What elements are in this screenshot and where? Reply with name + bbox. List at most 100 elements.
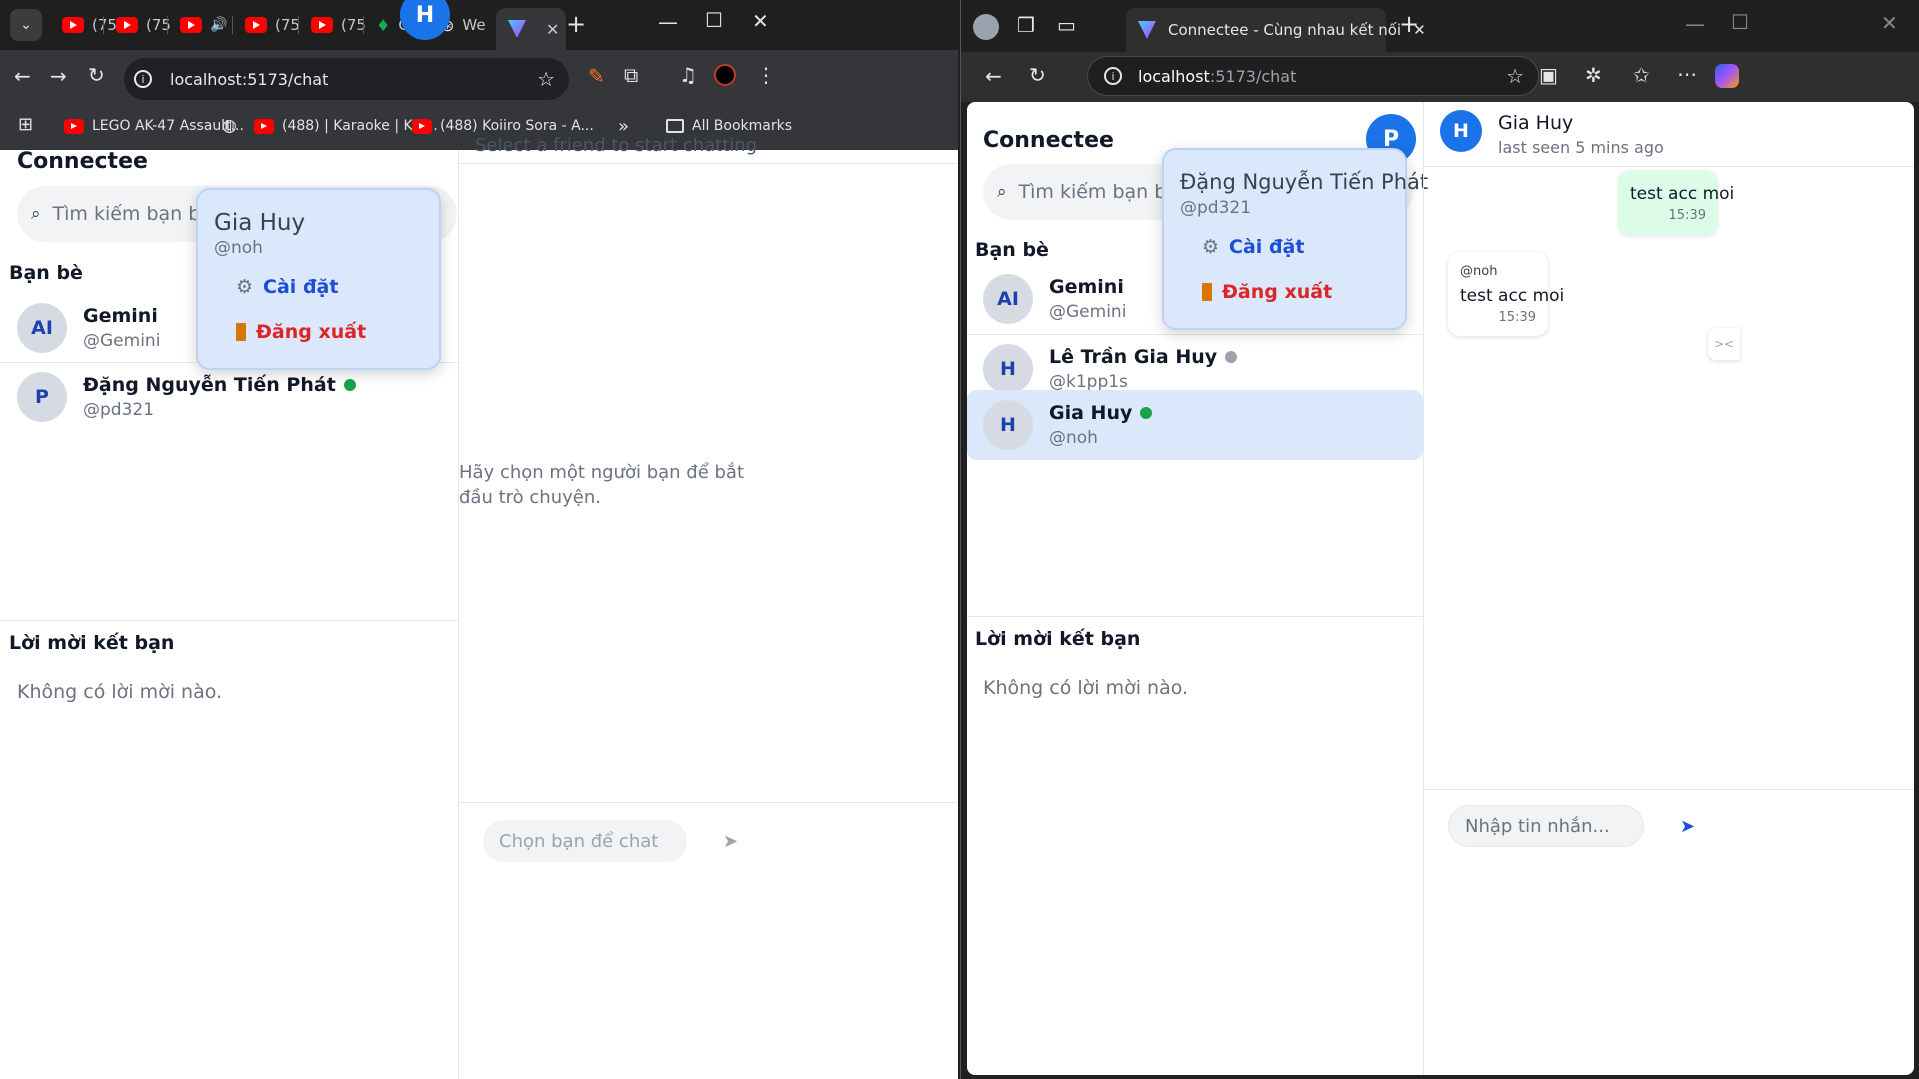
reload-button[interactable]: ↻ (88, 65, 105, 85)
bookmark-item[interactable]: LEGO AK-47 Assault... (64, 118, 244, 134)
favorite-star-icon[interactable]: ☆ (1506, 64, 1524, 88)
tab-strip: ❒ ▭ Connectee - Cùng nhau kết nối ✕ + — … (961, 0, 1919, 52)
popup-user-handle: @noh (214, 238, 263, 258)
friend-handle: @noh (1049, 428, 1098, 448)
all-bookmarks-button[interactable]: All Bookmarks (666, 118, 792, 134)
back-button[interactable]: ← (14, 66, 31, 86)
friend-item-le-tran-gia-huy[interactable]: H Lê Trần Gia Huy @k1pp1s (983, 344, 1238, 394)
friend-name: Gemini (1049, 276, 1124, 298)
chevron-down-icon: ⌄ (20, 17, 32, 33)
extensions-icon[interactable]: ✲ (1585, 65, 1602, 85)
vite-icon (508, 20, 526, 38)
site-info-icon[interactable]: i (1104, 67, 1122, 85)
friend-item-gia-huy-selected[interactable]: H Gia Huy @noh (967, 390, 1423, 460)
copilot-icon[interactable] (1715, 64, 1739, 88)
minimize-button[interactable]: — (658, 12, 678, 32)
browser-tab[interactable]: (75 (104, 8, 171, 42)
extension-brush-icon[interactable]: ✎ (588, 66, 605, 86)
media-control-icon[interactable]: ♫ (679, 65, 697, 85)
favorites-icon[interactable]: ✩ (1633, 65, 1650, 85)
more-bookmarks-icon[interactable]: » (618, 116, 629, 137)
search-icon: ⌕ (997, 182, 1007, 202)
side-panel-toggle[interactable]: >< (1708, 328, 1740, 360)
sidebar: Connectee P ⌕ Tìm kiếm bạn bè Bạn bè AI … (967, 102, 1428, 1075)
logout-menu-item[interactable]: Đăng xuất (236, 321, 366, 343)
profile-avatar-icon[interactable] (973, 14, 999, 40)
menu-icon[interactable]: ⋮ (756, 65, 776, 85)
address-bar[interactable]: i localhost:5173/chat ☆ (124, 58, 569, 100)
reload-button[interactable]: ↻ (1029, 65, 1046, 85)
tab-actions-icon[interactable]: ▭ (1057, 15, 1076, 35)
friends-heading: Bạn bè (9, 262, 83, 284)
close-tab-icon[interactable]: ✕ (546, 20, 559, 39)
divider (0, 620, 458, 621)
vite-icon (1138, 21, 1156, 39)
friend-item-gemini[interactable]: AI Gemini @Gemini (983, 274, 1126, 324)
back-button[interactable]: ← (985, 66, 1002, 86)
browser-tab[interactable]: (75 (233, 8, 300, 42)
popup-user-handle: @pd321 (1180, 198, 1252, 218)
friend-item-gemini[interactable]: AI Gemini @Gemini (17, 303, 160, 353)
maximize-button[interactable]: ☐ (705, 10, 723, 30)
message-sender: @noh (1460, 264, 1498, 279)
apps-grid-icon[interactable]: ⊞ (18, 116, 33, 134)
forward-button[interactable]: → (50, 66, 67, 86)
offline-status-dot (1225, 351, 1238, 363)
youtube-icon (116, 17, 138, 33)
friend-requests-heading: Lời mời kết bạn (9, 632, 175, 654)
settings-menu-item[interactable]: ⚙ Cài đặt (236, 276, 338, 298)
send-button[interactable]: ➤ (1680, 816, 1695, 837)
minimize-button[interactable]: — (1685, 14, 1705, 34)
friend-handle: @Gemini (83, 331, 161, 351)
divider (1424, 166, 1914, 167)
friend-item-phat[interactable]: P Đặng Nguyễn Tiến Phát @pd321 (17, 372, 356, 422)
workspaces-icon[interactable]: ❒ (1017, 15, 1035, 35)
user-menu-popup: Gia Huy @noh ⚙ Cài đặt Đăng xuất (196, 188, 441, 370)
popup-user-name: Gia Huy (214, 210, 306, 236)
bookmark-item[interactable]: (488) | Karaoke | Koi... (254, 118, 438, 134)
app-title: Connectee (983, 128, 1114, 153)
edge-window: ❒ ▭ Connectee - Cùng nhau kết nối ✕ + — … (960, 0, 1919, 1079)
search-icon: ⌕ (31, 204, 41, 224)
message-time: 15:39 (1668, 208, 1706, 223)
extension-icon[interactable]: ▣ (1539, 65, 1558, 85)
logout-menu-item[interactable]: Đăng xuất (1202, 281, 1332, 303)
tab-search-button[interactable]: ⌄ (10, 9, 42, 41)
site-info-icon[interactable]: i (134, 70, 152, 88)
profile-avatar-icon[interactable] (714, 64, 736, 86)
divider (967, 334, 1423, 335)
gear-icon: ⚙ (236, 276, 254, 298)
friend-name: Đặng Nguyễn Tiến Phát (83, 374, 336, 396)
new-tab-button[interactable]: + (1399, 12, 1419, 36)
user-menu-popup: Đặng Nguyễn Tiến Phát @pd321 ⚙ Cài đặt Đ… (1162, 148, 1428, 330)
close-window-button[interactable]: ✕ (1881, 13, 1898, 33)
door-icon (1202, 283, 1212, 301)
browser-tab[interactable]: 🔊 (168, 8, 227, 42)
close-window-button[interactable]: ✕ (752, 11, 769, 31)
active-browser-tab[interactable]: Connectee - Cùng nhau kết nối ✕ (1126, 8, 1426, 52)
youtube-icon (412, 118, 432, 134)
friend-avatar: H (983, 400, 1033, 450)
bookmark-item[interactable]: (488) Koiiro Sora - A... (412, 118, 594, 134)
globe-icon[interactable]: ◍ (222, 118, 237, 135)
settings-menu-item[interactable]: ⚙ Cài đặt (1202, 236, 1304, 258)
divider (1424, 789, 1914, 790)
youtube-icon (64, 118, 84, 134)
send-icon[interactable]: ➤ (723, 831, 738, 852)
door-icon (236, 323, 246, 341)
popup-user-name: Đặng Nguyễn Tiến Phát (1180, 170, 1429, 194)
menu-icon[interactable]: ⋯ (1677, 64, 1697, 84)
maximize-button[interactable]: ☐ (1731, 12, 1749, 32)
friends-heading: Bạn bè (975, 239, 1049, 261)
address-bar[interactable]: i localhost:5173/chat ☆ (1087, 56, 1539, 96)
chat-input[interactable]: Chọn bạn để chat (483, 820, 687, 862)
new-tab-button[interactable]: + (566, 12, 586, 36)
web-page: Connectee P ⌕ Tìm kiếm bạn bè Bạn bè AI … (967, 102, 1914, 1075)
active-browser-tab[interactable]: ✕ (496, 8, 566, 50)
no-requests-text: Không có lời mời nào. (17, 681, 223, 703)
bookmark-star-icon[interactable]: ☆ (537, 67, 555, 91)
browser-tab[interactable]: (75 (299, 8, 366, 42)
message-input[interactable]: Nhập tin nhắn... (1448, 805, 1644, 847)
extensions-icon[interactable]: ⧉ (624, 65, 638, 85)
folder-icon (666, 119, 684, 133)
